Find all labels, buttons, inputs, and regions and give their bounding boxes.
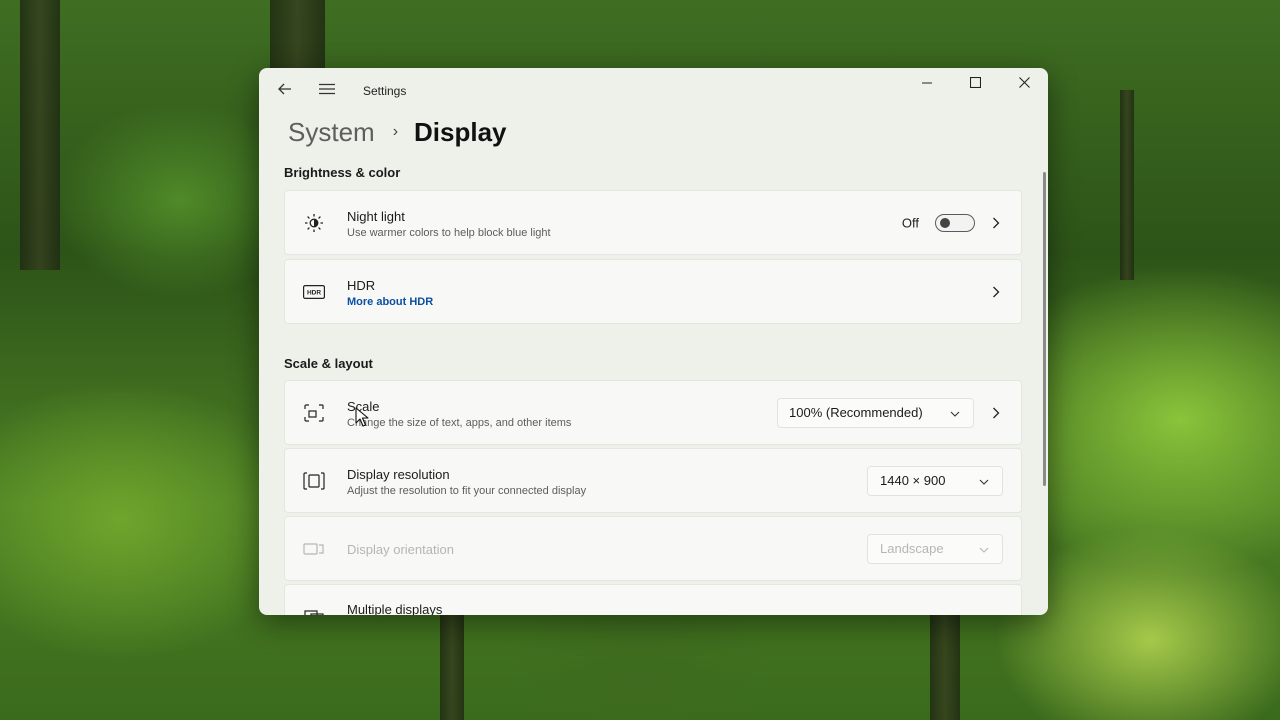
resolution-icon <box>303 470 325 492</box>
scale-card[interactable]: Scale Change the size of text, apps, and… <box>284 380 1022 445</box>
breadcrumb-system-link[interactable]: System <box>288 117 375 148</box>
display-resolution-subtitle: Adjust the resolution to fit your connec… <box>347 485 587 497</box>
app-title: Settings <box>363 84 407 98</box>
settings-window: Settings System › Display Brightness & c… <box>259 68 1048 615</box>
hdr-title: HDR <box>347 278 376 293</box>
maximize-button[interactable] <box>952 68 998 100</box>
display-orientation-dropdown: Landscape <box>867 533 1003 564</box>
breadcrumb: System › Display <box>288 112 507 152</box>
display-resolution-title: Display resolution <box>347 467 450 482</box>
hamburger-menu-icon <box>319 82 335 100</box>
toggle-knob <box>940 217 950 228</box>
chevron-right-icon <box>989 285 1003 299</box>
close-icon <box>1018 75 1030 93</box>
multiple-displays-title: Multiple displays <box>347 602 443 615</box>
tree-trunk <box>270 0 325 70</box>
vertical-scrollbar[interactable] <box>1043 172 1046 486</box>
maximize-icon <box>969 75 981 93</box>
minimize-button[interactable] <box>904 68 950 100</box>
page-title: Display <box>414 116 507 147</box>
section-title-scale-layout: Scale & layout <box>284 356 373 371</box>
hdr-icon: HDR <box>303 281 325 303</box>
display-orientation-title: Display orientation <box>347 542 454 557</box>
display-resolution-card: Display resolution Adjust the resolution… <box>284 448 1022 513</box>
night-light-card[interactable]: Night light Use warmer colors to help bl… <box>284 190 1022 255</box>
title-bar: Settings <box>259 68 1048 112</box>
tree-trunk <box>20 0 60 270</box>
minimize-icon <box>922 75 932 93</box>
breadcrumb-separator: › <box>392 123 399 140</box>
night-light-toggle-label: Off <box>901 215 919 230</box>
hdr-card[interactable]: HDR HDR More about HDR <box>284 259 1022 324</box>
scale-subtitle: Change the size of text, apps, and other… <box>347 417 572 429</box>
tree-trunk <box>1120 90 1134 280</box>
chevron-right-icon <box>989 406 1003 420</box>
scale-dropdown-value: 100% (Recommended) <box>789 405 923 420</box>
back-button[interactable] <box>271 78 299 104</box>
chevron-right-icon <box>989 216 1003 230</box>
tree-trunk <box>930 615 960 720</box>
night-light-title: Night light <box>347 209 405 224</box>
tree-trunk <box>440 615 464 720</box>
night-light-subtitle: Use warmer colors to help block blue lig… <box>347 227 551 239</box>
multiple-displays-card[interactable]: Multiple displays <box>284 584 1022 615</box>
display-orientation-card: Display orientation Landscape <box>284 516 1022 581</box>
more-about-hdr-link[interactable]: More about HDR <box>347 296 433 308</box>
mouse-cursor-icon <box>355 407 371 427</box>
multiple-displays-icon <box>303 606 325 615</box>
chevron-down-icon <box>949 408 961 420</box>
back-arrow-icon <box>278 82 292 100</box>
svg-text:HDR: HDR <box>307 289 321 296</box>
brightness-sun-icon <box>303 212 325 234</box>
chevron-down-icon <box>978 544 990 556</box>
orientation-icon <box>303 538 325 560</box>
chevron-down-icon <box>978 476 990 488</box>
scale-icon <box>303 402 325 424</box>
display-resolution-dropdown[interactable]: 1440 × 900 <box>867 465 1003 496</box>
close-button[interactable] <box>1001 68 1047 100</box>
menu-button[interactable] <box>313 78 341 104</box>
display-resolution-value: 1440 × 900 <box>880 473 946 488</box>
scale-dropdown[interactable]: 100% (Recommended) <box>777 397 974 428</box>
display-orientation-value: Landscape <box>880 541 944 556</box>
night-light-toggle[interactable] <box>935 213 975 232</box>
section-title-brightness: Brightness & color <box>284 165 401 180</box>
